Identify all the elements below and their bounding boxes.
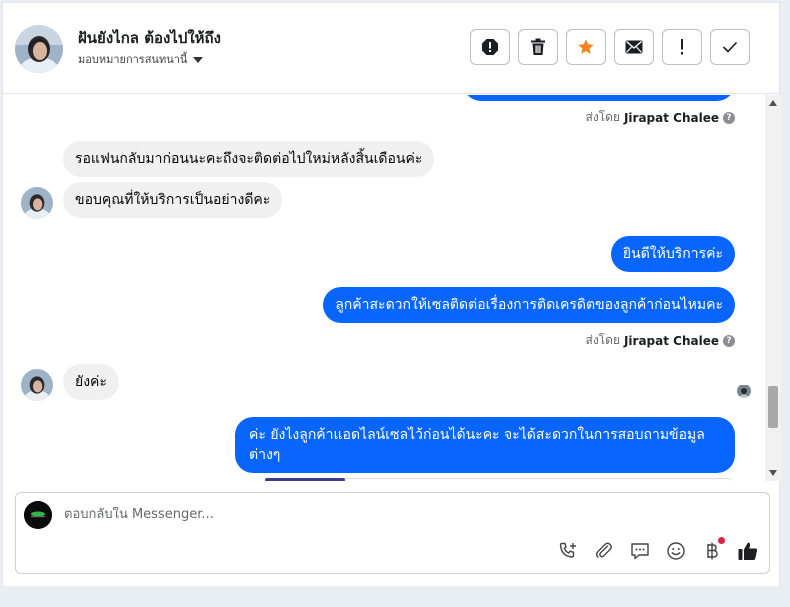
message-bubble-outgoing[interactable]: ลูกค้าสะดวกให้เซลติดต่อเรื่องการติดเครดิ… bbox=[323, 287, 735, 323]
sender-name: Jirapat Chalee bbox=[623, 333, 719, 348]
contact-avatar-small[interactable] bbox=[21, 369, 53, 401]
payment-button[interactable] bbox=[701, 537, 725, 562]
phone-plus-icon bbox=[559, 542, 576, 558]
help-icon[interactable]: ? bbox=[723, 334, 735, 347]
like-button[interactable] bbox=[737, 540, 759, 562]
assign-label: มอบหมายการสนทนานี้ bbox=[78, 53, 188, 66]
message-bubble-incoming[interactable]: ยังค่ะ bbox=[63, 364, 119, 400]
partial-label-next bbox=[265, 478, 345, 481]
caret-down-icon bbox=[193, 56, 204, 63]
follow-up-button[interactable] bbox=[662, 29, 702, 65]
composer-tools bbox=[557, 537, 759, 562]
star-icon bbox=[578, 39, 594, 54]
call-button[interactable] bbox=[557, 540, 579, 562]
message-bubble-outgoing[interactable]: ค่ะ ยังไงลูกค้าแอดไลน์เซลไว้ก่อนได้นะคะ … bbox=[235, 417, 735, 473]
message-bubble-incoming[interactable]: รอแฟนกลับมาก่อนนะคะถึงจะติดต่อไปใหม่หลัง… bbox=[63, 141, 435, 177]
message-bubble-outgoing-partial[interactable] bbox=[463, 95, 735, 101]
check-icon bbox=[722, 41, 738, 53]
spam-icon bbox=[482, 39, 498, 55]
trash-icon bbox=[531, 38, 545, 55]
saved-replies-button[interactable] bbox=[629, 540, 651, 562]
exclamation-icon bbox=[681, 39, 683, 55]
smiley-icon bbox=[667, 542, 685, 560]
contact-avatar[interactable] bbox=[15, 25, 63, 73]
sent-by-label: ส่งโดย Jirapat Chalee ? bbox=[586, 331, 735, 350]
paperclip-icon bbox=[595, 542, 612, 558]
message-bubble-outgoing[interactable]: ยินดีให้บริการค่ะ bbox=[610, 236, 735, 272]
baht-icon bbox=[707, 542, 718, 560]
reply-composer bbox=[15, 492, 770, 574]
message-list: ส่งโดย Jirapat Chalee ? รอแฟนกลับมาก่อนน… bbox=[3, 95, 765, 481]
mark-spam-button[interactable] bbox=[470, 29, 510, 65]
attach-button[interactable] bbox=[593, 540, 615, 562]
sent-by-label: ส่งโดย Jirapat Chalee ? bbox=[586, 108, 735, 127]
scroll-up-arrow-icon[interactable] bbox=[769, 100, 777, 106]
page-avatar bbox=[24, 501, 52, 529]
conversation-header: ฝันยังไกล ต้องไปให้ถึง มอบหมายการสนทนานี… bbox=[3, 2, 781, 94]
contact-name[interactable]: ฝันยังไกล ต้องไปให้ถึง bbox=[78, 26, 221, 50]
reply-input[interactable] bbox=[64, 507, 524, 522]
emoji-button[interactable] bbox=[665, 540, 687, 562]
assign-conversation-dropdown[interactable]: มอบหมายการสนทนานี้ bbox=[78, 50, 204, 68]
message-bubble-incoming[interactable]: ขอบคุณที่ให้บริการเป็นอย่างดีคะ bbox=[63, 182, 283, 218]
seen-indicator-avatar bbox=[737, 384, 751, 398]
notification-dot bbox=[718, 537, 725, 544]
header-actions bbox=[470, 29, 750, 65]
scroll-down-arrow-icon[interactable] bbox=[769, 470, 777, 476]
help-icon[interactable]: ? bbox=[723, 111, 735, 124]
delete-button[interactable] bbox=[518, 29, 558, 65]
thumbs-up-icon bbox=[738, 542, 758, 560]
mark-unread-button[interactable] bbox=[614, 29, 654, 65]
mark-done-button[interactable] bbox=[710, 29, 750, 65]
message-scrollbar[interactable] bbox=[765, 95, 781, 481]
scrollbar-thumb[interactable] bbox=[768, 386, 778, 428]
contact-avatar-small[interactable] bbox=[21, 187, 53, 219]
sender-name: Jirapat Chalee bbox=[623, 110, 719, 125]
star-button[interactable] bbox=[566, 29, 606, 65]
conversation-panel: ฝันยังไกล ต้องไปให้ถึง มอบหมายการสนทนานี… bbox=[2, 2, 781, 586]
envelope-icon bbox=[625, 40, 643, 54]
chat-bubble-icon bbox=[631, 543, 649, 560]
